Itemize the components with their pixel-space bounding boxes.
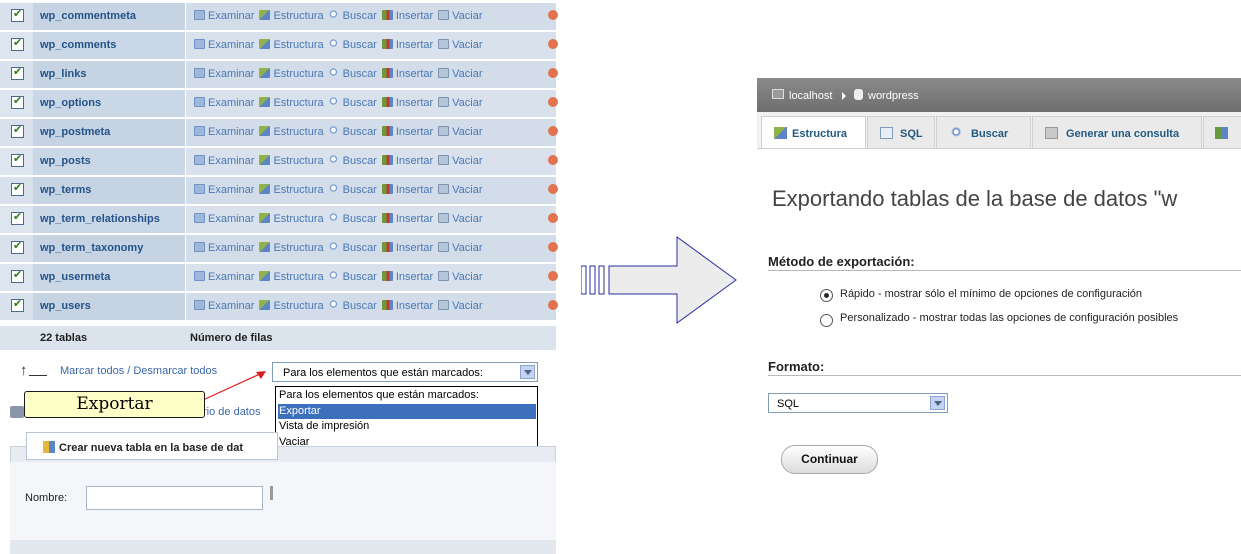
export-tab-icon — [1215, 127, 1228, 139]
export-callout: Exportar — [24, 391, 205, 418]
search-icon — [951, 127, 964, 139]
breadcrumb-database[interactable]: wordpress — [868, 90, 919, 102]
tab-bar: Estructura SQL Buscar Generar una consul… — [757, 112, 1241, 149]
radio-quick[interactable] — [820, 289, 833, 302]
radio-quick-label: Rápido - mostrar sólo el mínimo de opcio… — [840, 288, 1143, 300]
radio-custom[interactable] — [820, 314, 833, 327]
method-heading: Método de exportación: — [768, 254, 915, 269]
tab-sql[interactable]: SQL — [867, 116, 935, 148]
chevron-down-icon[interactable] — [930, 396, 945, 410]
breadcrumb: localhost wordpress — [757, 78, 1241, 112]
callout-pointer — [202, 371, 266, 401]
page-title: Exportando tablas de la base de datos "w — [772, 186, 1178, 211]
breadcrumb-server[interactable]: localhost — [789, 90, 832, 102]
format-value: SQL — [777, 398, 800, 410]
tab-query[interactable]: Generar una consulta — [1032, 116, 1202, 148]
tab-structure-label: Estructura — [792, 128, 848, 140]
tab-search[interactable]: Buscar — [936, 116, 1031, 148]
table-list-panel: wp_commentmetaExaminarEstructuraBuscarIn… — [0, 0, 558, 554]
structure-icon — [774, 127, 787, 139]
big-right-arrow-icon — [581, 236, 737, 324]
tab-more[interactable] — [1203, 116, 1241, 148]
continue-button[interactable]: Continuar — [781, 445, 878, 474]
radio-custom-label: Personalizado - mostrar todas las opcion… — [840, 312, 1179, 324]
breadcrumb-separator-icon — [842, 92, 846, 100]
divider — [768, 270, 1241, 271]
server-icon — [772, 89, 784, 99]
tab-query-label: Generar una consulta — [1066, 128, 1180, 140]
format-heading: Formato: — [768, 359, 825, 374]
tab-structure[interactable]: Estructura — [761, 116, 866, 148]
tab-sql-label: SQL — [900, 128, 923, 140]
format-select[interactable]: SQL — [768, 393, 948, 413]
query-icon — [1045, 127, 1058, 139]
divider — [768, 375, 1241, 376]
database-icon — [854, 89, 863, 100]
tab-search-label: Buscar — [971, 128, 1009, 140]
export-panel: localhost wordpress Estructura SQL Busca… — [757, 78, 1241, 554]
sql-icon — [880, 127, 893, 139]
